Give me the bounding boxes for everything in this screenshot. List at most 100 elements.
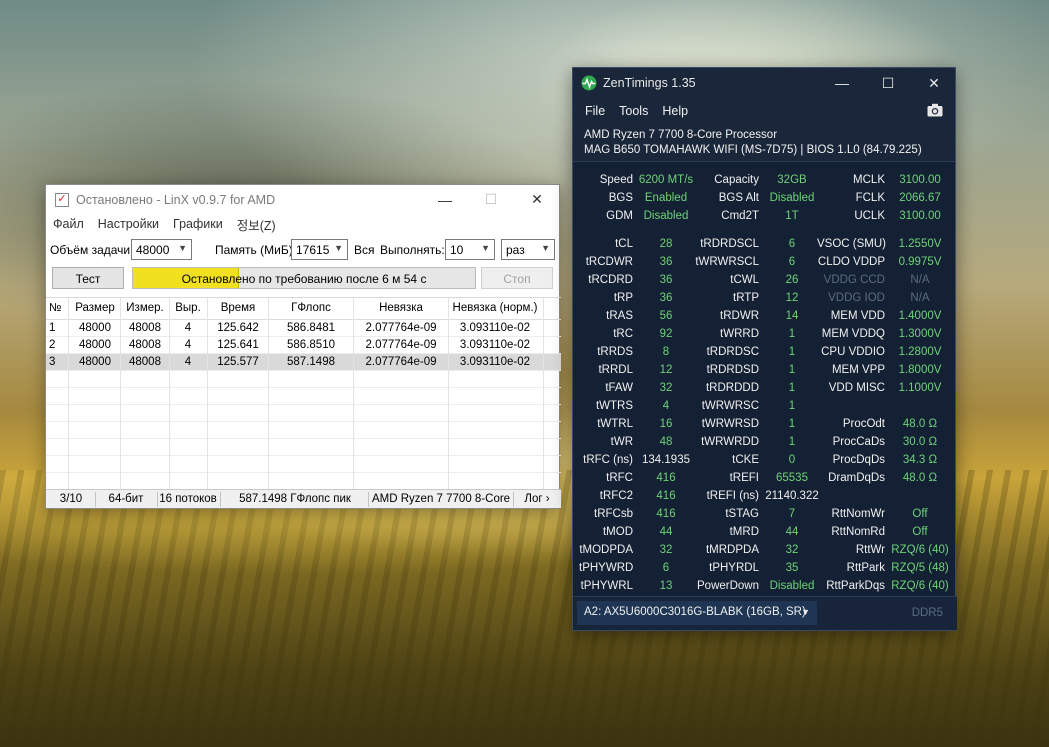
timing-row: Speed 6200 MT/s Capacity 32GB MCLK 3100.00 [573, 173, 957, 191]
timing-label: tCWL [730, 274, 759, 286]
timing-value: 0.9975V [898, 256, 942, 268]
log-button[interactable]: Лог › [517, 493, 557, 505]
menu-tools[interactable]: Tools [619, 104, 648, 118]
table-cell: 586.8481 [287, 322, 335, 334]
timing-row: tRRDL 12 tRDRDSD 1 MEM VPP 1.8000V [573, 363, 957, 381]
status-threads: 16 потоков [159, 493, 217, 505]
timing-row: tWTRS 4 tWRWRSC 1 [573, 399, 957, 417]
results-table[interactable]: № Размер Измер. Выр. Время ГФлопс Невязк… [46, 297, 561, 491]
menu-graphs[interactable]: Графики [173, 217, 223, 231]
table-row[interactable]: 3 48000 48008 4 125.577 587.1498 2.077764e-09 3… [46, 354, 561, 371]
minimize-icon[interactable]: — [819, 68, 865, 98]
timing-row: tWR 48 tWRWRDD 1 ProcCaDs 30.0 Ω [573, 435, 957, 453]
timing-value: 1 [788, 346, 796, 358]
timing-label: tRDRDSC [706, 346, 759, 358]
timing-value: 1.4000V [898, 310, 942, 322]
timing-value: 3100.00 [899, 210, 941, 222]
timing-label: tRTP [733, 292, 759, 304]
table-row [46, 371, 561, 388]
timing-value: 1.2800V [898, 346, 942, 358]
run-unit-select[interactable]: раз ▼ [501, 239, 555, 260]
timing-value: 1.8000V [898, 364, 942, 376]
table-row[interactable]: 1 48000 48008 4 125.642 586.8481 2.077764e-09 3… [46, 320, 561, 337]
table-row [46, 388, 561, 405]
timing-label: RttNomRd [831, 526, 885, 538]
timing-label: tRDRDSCL [700, 238, 759, 250]
timing-value: 36 [659, 256, 673, 268]
timing-label: tPHYWRD [579, 562, 634, 574]
timing-label: GDM [606, 210, 633, 222]
task-size-select[interactable]: 48000 ▼ [131, 239, 192, 260]
menu-file[interactable]: File [585, 104, 605, 118]
timing-label: tRDRDSD [706, 364, 759, 376]
linx-titlebar[interactable]: ✓ Остановлено - LinX v0.9.7 for AMD — ☐ … [46, 185, 559, 214]
minimize-icon[interactable]: — [422, 185, 468, 214]
col-header-align: Выр. [175, 302, 201, 314]
timing-value: 36 [659, 274, 673, 286]
maximize-icon[interactable]: ☐ [865, 68, 911, 98]
table-cell: 3 [49, 356, 56, 368]
table-row [46, 422, 561, 439]
menu-file[interactable]: Файл [53, 217, 84, 231]
timing-label: CLDO VDDP [817, 256, 885, 268]
timing-value: 1T [785, 210, 799, 222]
memory-type-label: DDR5 [911, 607, 943, 619]
table-cell: 125.641 [217, 339, 259, 351]
timing-row: tWTRL 16 tWRWRSD 1 ProcOdt 48.0 Ω [573, 417, 957, 435]
timing-value: RZQ/5 (48) [891, 562, 949, 574]
memory-label: Память (МиБ): [215, 243, 297, 257]
timing-label: MEM VDDQ [821, 328, 885, 340]
test-button[interactable]: Тест [52, 267, 124, 289]
close-icon[interactable]: ✕ [911, 68, 957, 98]
timing-label: tRFC (ns) [583, 454, 633, 466]
timing-label: tRCDRD [588, 274, 633, 286]
timing-label: VDD MISC [828, 382, 885, 394]
zen-titlebar[interactable]: ZenTimings 1.35 — ☐ ✕ [573, 68, 955, 98]
timing-label: tRRDS [597, 346, 633, 358]
dimm-select[interactable]: A2: AX5U6000C3016G-BLABK (16GB, SR) ▼ [577, 601, 817, 625]
table-row [46, 456, 561, 473]
close-icon[interactable]: ✕ [514, 185, 560, 214]
timing-label: BGS Alt [718, 192, 759, 204]
timing-row: tPHYWRD 6 tPHYRDL 35 RttPark RZQ/5 (48) [573, 561, 957, 579]
timing-value: 1 [788, 418, 796, 430]
timing-value: 12 [785, 292, 799, 304]
timing-label: tRRDL [598, 364, 633, 376]
menu-help[interactable]: Help [662, 104, 688, 118]
timing-value: 44 [785, 526, 799, 538]
timing-row: tRFC2 416 tREFI (ns) 21140.322 [573, 489, 957, 507]
linx-statusbar: 3/10 64-бит 16 потоков 587.1498 ГФлопс п… [46, 489, 561, 508]
zen-footer: A2: AX5U6000C3016G-BLABK (16GB, SR) ▼ DD… [573, 596, 957, 630]
timing-value: 65535 [776, 472, 808, 484]
zentimings-window: ZenTimings 1.35 — ☐ ✕ File Tools Help AM… [572, 67, 957, 631]
table-cell: 125.642 [217, 322, 259, 334]
maximize-icon: ☐ [484, 191, 498, 207]
timing-value: 416 [656, 472, 676, 484]
table-cell: 48008 [129, 356, 161, 368]
timing-value: 134.1935 [642, 454, 690, 466]
col-header-dim: Измер. [126, 302, 164, 314]
timing-value: 8 [662, 346, 670, 358]
table-cell: 48000 [79, 356, 111, 368]
timing-label: tREFI (ns) [706, 490, 759, 502]
table-cell: 48008 [129, 339, 161, 351]
memory-select[interactable]: 17615 ▼ [291, 239, 348, 260]
timing-label: tWRWRDD [701, 436, 759, 448]
timing-label: tPHYRDL [709, 562, 759, 574]
memory-all-checkbox[interactable]: Вся [354, 243, 375, 257]
timing-label: ProcDqDs [832, 454, 885, 466]
menu-settings[interactable]: Настройки [98, 217, 159, 231]
timing-value: 3100.00 [899, 174, 941, 186]
dimm-select-value: A2: AX5U6000C3016G-BLABK (16GB, SR) [584, 606, 806, 618]
camera-icon[interactable] [927, 103, 943, 117]
run-count-select[interactable]: 10 ▼ [445, 239, 495, 260]
timing-label: tRCDWR [585, 256, 633, 268]
table-row[interactable]: 2 48000 48008 4 125.641 586.8510 2.077764e-09 3… [46, 337, 561, 354]
timing-value: 26 [785, 274, 799, 286]
table-row [46, 473, 561, 490]
timing-value: 21140.322 [765, 490, 819, 502]
status-cpu: AMD Ryzen 7 7700 8-Core [372, 493, 511, 505]
table-row [46, 439, 561, 456]
timing-value: Disabled [643, 210, 689, 222]
menu-info[interactable]: 정보(Z) [237, 215, 276, 234]
